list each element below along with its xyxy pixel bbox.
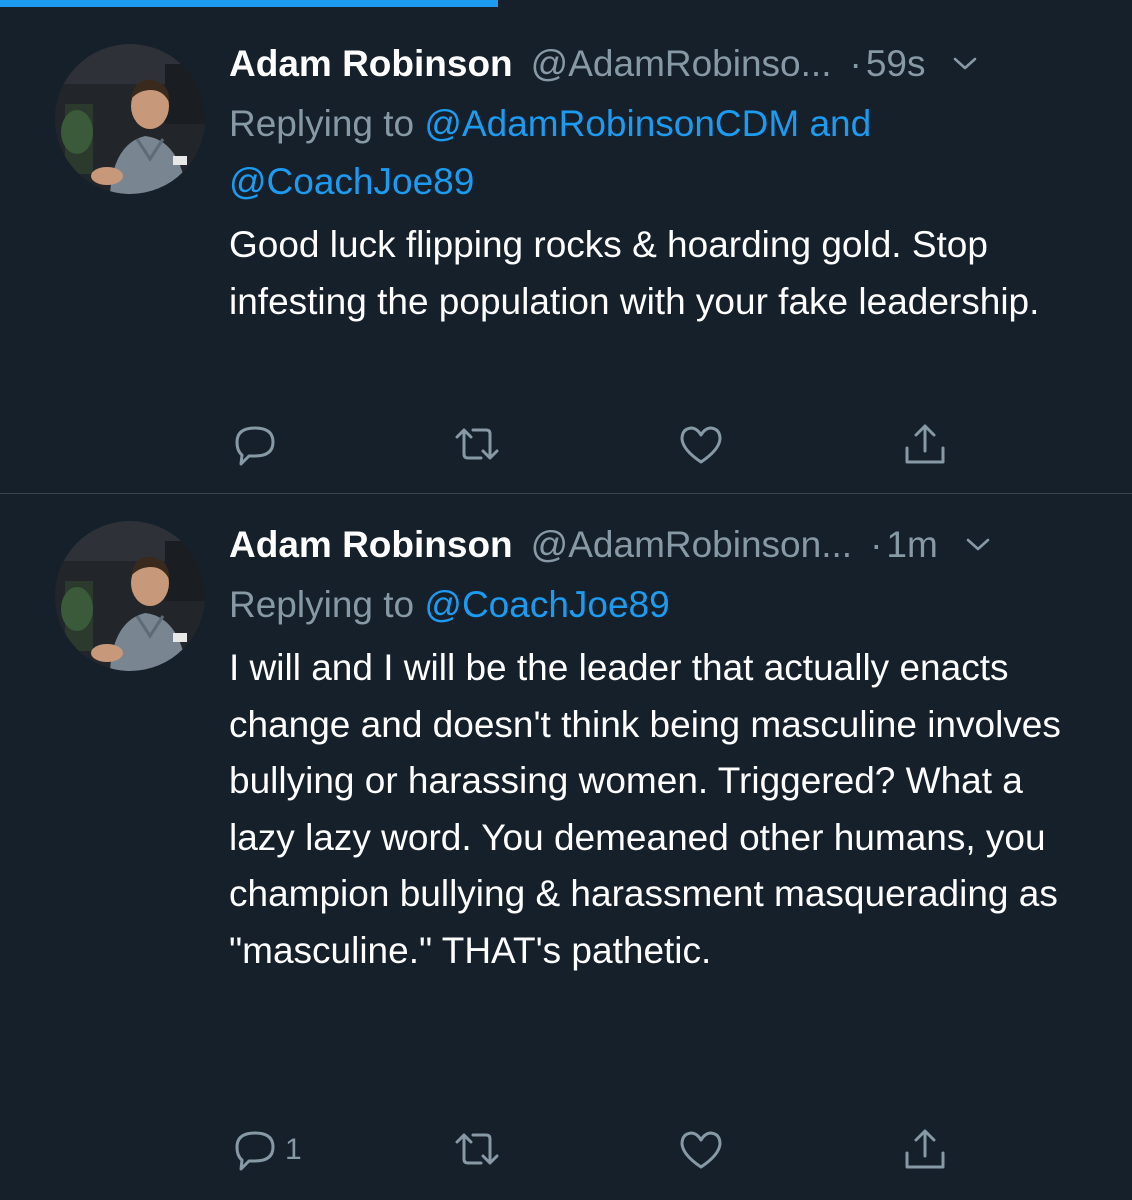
replying-to: Replying to @CoachJoe89 [229, 576, 1092, 634]
tweet-text: Good luck flipping rocks & hoarding gold… [229, 224, 1040, 322]
like-button[interactable] [675, 1125, 727, 1175]
replying-to-label: Replying to [229, 584, 415, 625]
loading-progress-bar [0, 0, 1132, 7]
author-name[interactable]: Adam Robinson [229, 524, 513, 566]
replying-to: Replying to @AdamRobinsonCDM and @CoachJ… [229, 95, 1092, 211]
separator-dot: · [870, 524, 883, 565]
tweet[interactable]: Adam Robinson @AdamRobinso... · 59s Repl… [0, 7, 1132, 493]
avatar[interactable] [55, 44, 205, 194]
share-icon [899, 1125, 951, 1175]
avatar[interactable] [55, 521, 205, 671]
share-button[interactable] [899, 1125, 951, 1175]
like-icon [675, 420, 727, 470]
reply-icon [229, 420, 281, 470]
like-icon [675, 1125, 727, 1175]
reply-icon [229, 1125, 281, 1175]
author-name[interactable]: Adam Robinson [229, 43, 513, 85]
author-handle[interactable]: @AdamRobinso... [531, 43, 832, 85]
tweet-header: Adam Robinson @AdamRobinso... · 59s [229, 37, 1092, 91]
replying-to-mentions[interactable]: @CoachJoe89 [424, 584, 669, 625]
tweet-header: Adam Robinson @AdamRobinson... · 1m [229, 518, 1092, 572]
retweet-icon [451, 420, 503, 470]
timestamp[interactable]: 1m [886, 524, 937, 566]
chevron-down-icon[interactable] [953, 57, 977, 71]
retweet-button[interactable] [451, 420, 503, 470]
reply-button[interactable] [229, 420, 285, 470]
reply-count: 1 [285, 1133, 302, 1166]
tweet-text: I will and I will be the leader that act… [229, 647, 1061, 971]
tweet-actions [229, 420, 949, 470]
tweet-actions: 1 [229, 1125, 949, 1175]
share-icon [899, 420, 951, 470]
like-button[interactable] [675, 420, 727, 470]
loading-progress-fill [0, 0, 499, 7]
chevron-down-icon[interactable] [966, 538, 990, 552]
retweet-button[interactable] [451, 1125, 503, 1175]
retweet-icon [451, 1125, 503, 1175]
separator-dot: · [849, 43, 862, 84]
timestamp[interactable]: 59s [866, 43, 926, 85]
reply-button[interactable]: 1 [229, 1125, 302, 1175]
author-handle[interactable]: @AdamRobinson... [531, 524, 852, 566]
replying-to-label: Replying to [229, 103, 415, 144]
tweet[interactable]: Adam Robinson @AdamRobinson... · 1m Repl… [0, 494, 1132, 1200]
share-button[interactable] [899, 420, 951, 470]
